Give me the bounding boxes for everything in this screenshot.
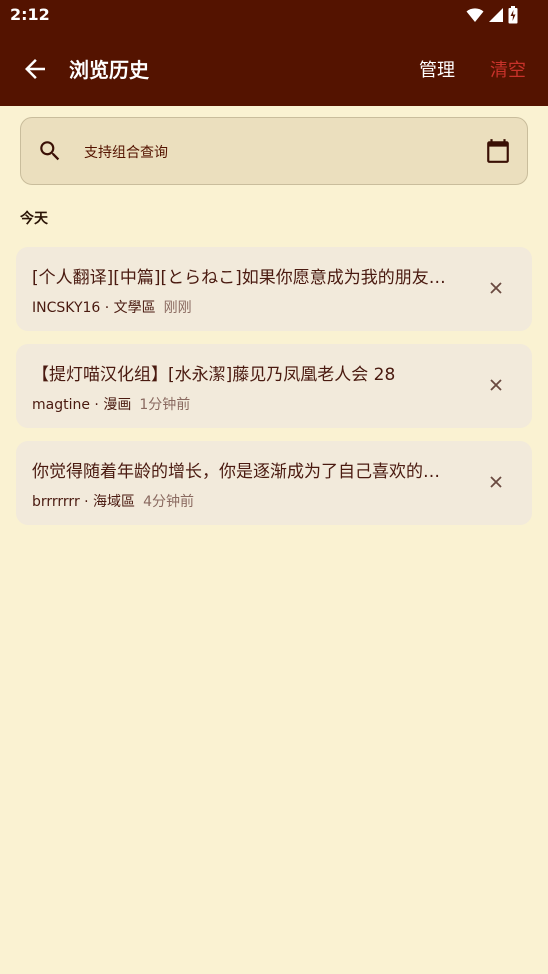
back-arrow-icon[interactable]	[20, 54, 50, 84]
signal-icon	[489, 8, 503, 22]
history-item-meta: INCSKY16 · 文學區 刚刚	[32, 297, 192, 317]
close-icon[interactable]	[488, 280, 504, 296]
section-header-today: 今天	[20, 211, 48, 227]
history-item-meta: magtine · 漫画 1分钟前	[32, 394, 190, 414]
system-icons	[466, 6, 518, 24]
history-item-time: 1分钟前	[139, 397, 191, 413]
wifi-icon	[466, 8, 484, 22]
history-item-source: magtine · 漫画	[32, 397, 132, 413]
history-item-meta: brrrrrrr · 海域區 4分钟前	[32, 491, 194, 511]
history-item-title: [个人翻译][中篇][とらねこ]如果你愿意成为我的朋友…	[32, 268, 446, 288]
history-item[interactable]: 你觉得随着年龄的增长，你是逐渐成为了自己喜欢的… brrrrrrr · 海域區 4…	[16, 441, 532, 525]
calendar-icon[interactable]	[485, 138, 511, 164]
history-item-title: 你觉得随着年龄的增长，你是逐渐成为了自己喜欢的…	[32, 462, 440, 482]
status-time: 2:12	[10, 5, 50, 24]
history-item-time: 4分钟前	[143, 494, 194, 510]
battery-icon	[508, 6, 518, 24]
search-icon	[40, 141, 60, 161]
search-bar[interactable]: 支持组合查询	[20, 117, 528, 185]
status-bar: 2:12	[0, 0, 548, 30]
history-item[interactable]: [个人翻译][中篇][とらねこ]如果你愿意成为我的朋友… INCSKY16 · …	[16, 247, 532, 331]
history-item-source: INCSKY16 · 文學區	[32, 300, 156, 316]
history-item-time: 刚刚	[163, 300, 192, 316]
clear-button[interactable]: 清空	[490, 56, 526, 82]
page-title: 浏览历史	[69, 58, 149, 82]
history-item-title: 【提灯喵汉化组】[水永潔]藤见乃凤凰老人会 28	[32, 365, 396, 385]
history-item[interactable]: 【提灯喵汉化组】[水永潔]藤见乃凤凰老人会 28 magtine · 漫画 1分钟…	[16, 344, 532, 428]
history-item-source: brrrrrrr · 海域區	[32, 494, 136, 510]
app-bar: 浏览历史 管理 清空	[0, 30, 548, 106]
search-input[interactable]: 支持组合查询	[84, 142, 168, 162]
close-icon[interactable]	[488, 474, 504, 490]
close-icon[interactable]	[488, 377, 504, 393]
manage-button[interactable]: 管理	[419, 56, 455, 82]
